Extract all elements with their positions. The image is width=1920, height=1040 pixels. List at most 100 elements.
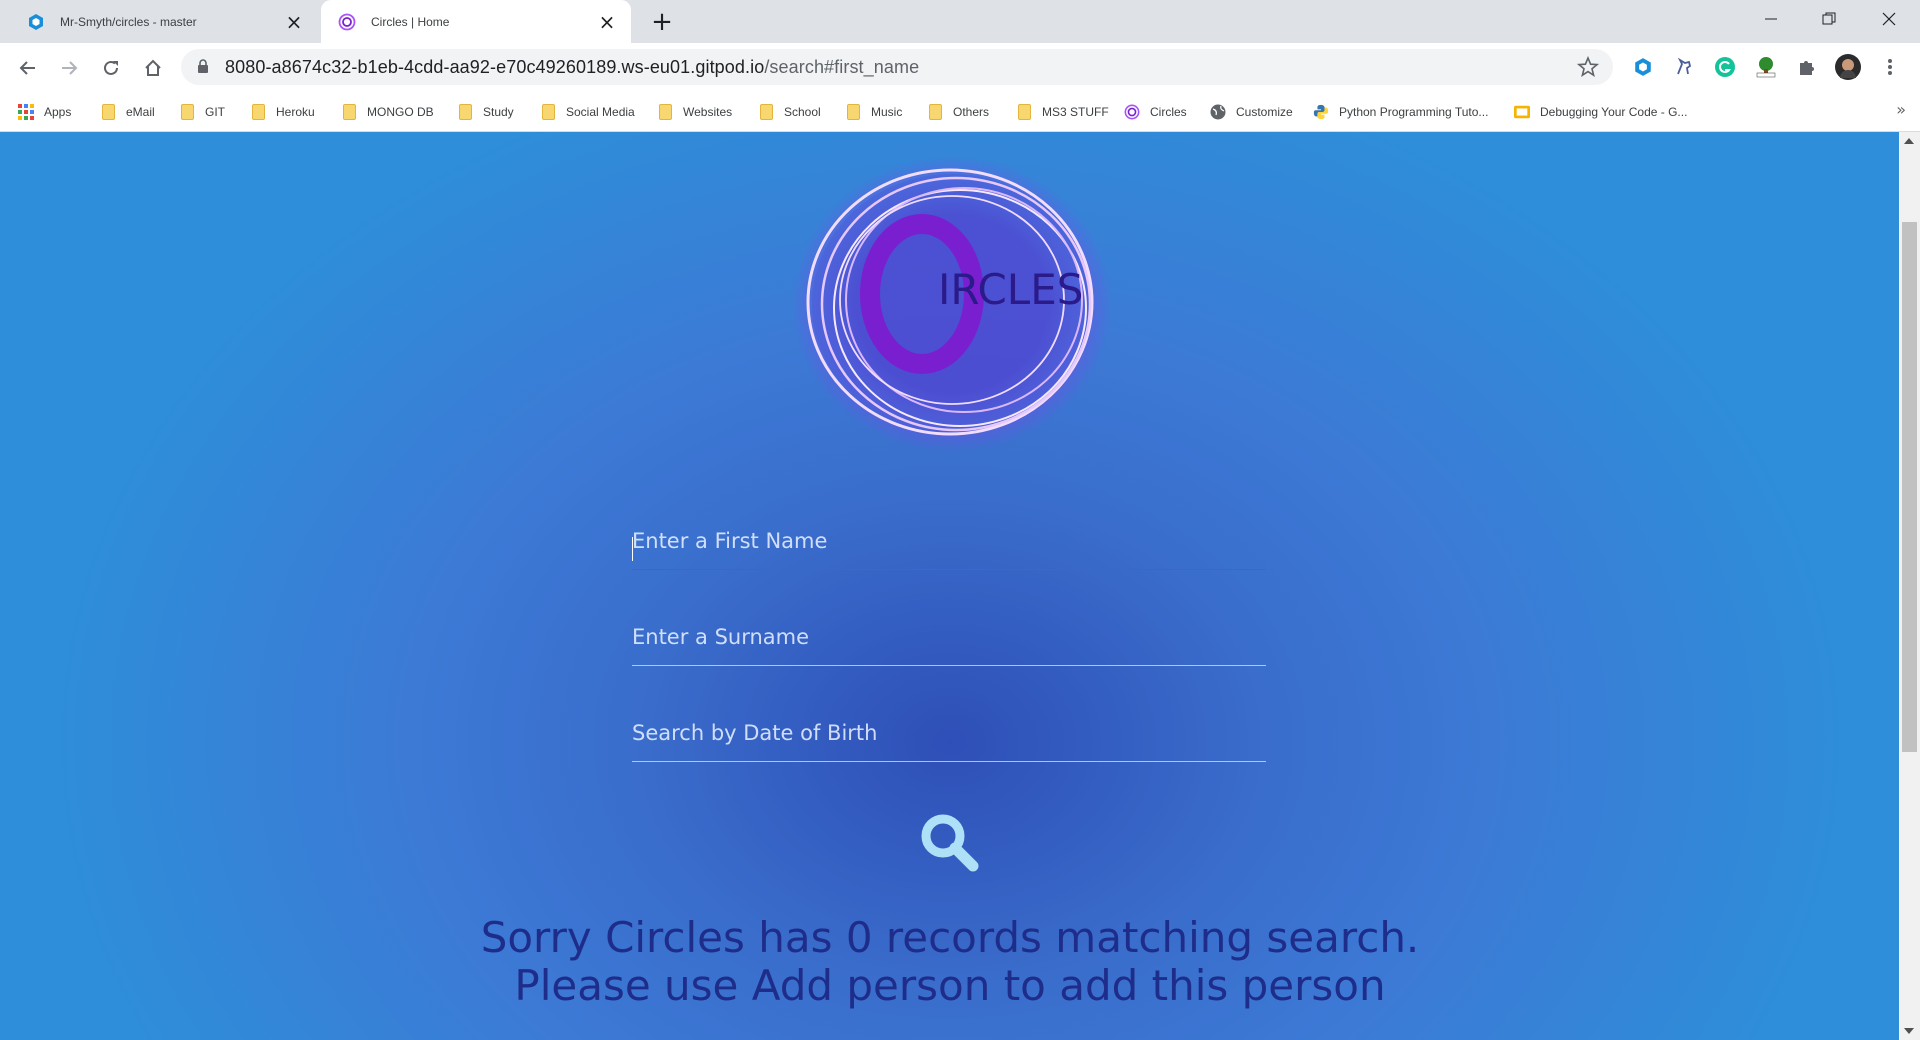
gitpod-extension-icon[interactable] — [1630, 54, 1656, 80]
page-content: IRCLES Sorry Circles has 0 records match… — [0, 132, 1899, 1040]
scrollbar-thumb[interactable] — [1902, 222, 1917, 752]
bookmark-label: Circles — [1150, 105, 1187, 119]
bookmark-label: Customize — [1236, 105, 1293, 119]
circles-favicon-icon — [1124, 104, 1140, 120]
forward-arrow-icon[interactable] — [52, 51, 86, 85]
tab-title: Circles | Home — [371, 14, 450, 29]
circles-favicon-icon — [337, 12, 357, 32]
surname-field[interactable] — [632, 608, 1266, 666]
new-tab-plus-icon[interactable]: + — [648, 7, 676, 37]
search-icon — [918, 811, 980, 877]
bookmark-folder-git[interactable]: GIT — [179, 100, 225, 124]
gitpod-icon — [26, 12, 46, 32]
page-scrollbar[interactable] — [1899, 132, 1920, 1040]
lock-icon[interactable] — [197, 59, 209, 78]
bookmark-label: MONGO DB — [367, 105, 434, 119]
bookmark-folder-music[interactable]: Music — [845, 100, 902, 124]
bookmark-circles[interactable]: Circles — [1124, 100, 1187, 124]
bookmark-folder-study[interactable]: Study — [457, 100, 514, 124]
bookmark-folder-mongodb[interactable]: MONGO DB — [341, 100, 434, 124]
tab-close-icon[interactable]: × — [595, 10, 619, 34]
url-host: 8080-a8674c32-b1eb-4cdd-aa92-e70c4926018… — [225, 57, 765, 77]
bookmark-folder-others[interactable]: Others — [927, 100, 989, 124]
circles-logo[interactable]: IRCLES — [790, 154, 1112, 454]
message-line-2: Please use Add person to add this person — [514, 961, 1386, 1010]
bookmark-label: Python Programming Tuto... — [1339, 105, 1489, 119]
first-name-field[interactable] — [632, 512, 1266, 570]
folder-icon — [341, 104, 357, 120]
restore-icon[interactable] — [1800, 0, 1858, 38]
folder-icon — [457, 104, 473, 120]
bookmark-label: Social Media — [566, 105, 635, 119]
tab-gitpod-repo[interactable]: Mr-Smyth/circles - master × — [10, 0, 318, 43]
reload-icon[interactable] — [94, 51, 128, 85]
html-tree-extension-icon[interactable] — [1753, 54, 1779, 80]
folder-icon — [250, 104, 266, 120]
minimize-icon[interactable] — [1742, 0, 1800, 38]
folder-icon — [1016, 104, 1032, 120]
search-button[interactable] — [917, 812, 981, 876]
bookmark-label: Websites — [683, 105, 733, 119]
bookmark-label: Study — [483, 105, 514, 119]
bookmark-label: Heroku — [276, 105, 315, 119]
folder-icon — [927, 104, 943, 120]
bookmark-label: School — [784, 105, 821, 119]
unicorn-extension-icon[interactable] — [1671, 54, 1697, 80]
tab-circles-home[interactable]: Circles | Home × — [321, 0, 631, 43]
scroll-down-arrow-icon[interactable] — [1904, 1028, 1914, 1034]
more-bookmarks-chevron-icon[interactable]: » — [1896, 100, 1906, 119]
folder-icon — [100, 104, 116, 120]
first-name-input[interactable] — [632, 512, 1266, 570]
text-caret — [632, 537, 633, 561]
python-icon — [1313, 104, 1329, 120]
bookmark-label: GIT — [205, 105, 225, 119]
bookmark-python-tutorial[interactable]: Python Programming Tuto... — [1313, 100, 1488, 124]
surname-input[interactable] — [632, 608, 1266, 666]
browser-menu-icon[interactable] — [1877, 54, 1903, 80]
profile-avatar[interactable] — [1835, 54, 1861, 80]
address-bar[interactable]: 8080-a8674c32-b1eb-4cdd-aa92-e70c4926018… — [181, 49, 1613, 85]
folder-icon — [540, 104, 556, 120]
folder-icon — [657, 104, 673, 120]
bookmarks-bar: Apps eMail GIT Heroku MONGO DB Study Soc… — [0, 92, 1920, 132]
bookmark-label: Music — [871, 105, 903, 119]
home-icon[interactable] — [136, 51, 170, 85]
bookmark-apps[interactable]: Apps — [18, 100, 71, 124]
bookmark-label: Debugging Your Code - G... — [1540, 105, 1688, 119]
back-arrow-icon[interactable] — [11, 51, 45, 85]
url-path: /search#first_name — [764, 57, 920, 77]
grammarly-icon[interactable] — [1712, 54, 1738, 80]
bookmark-folder-websites[interactable]: Websites — [657, 100, 732, 124]
close-window-icon[interactable] — [1860, 0, 1918, 38]
dob-field[interactable] — [632, 704, 1266, 762]
bookmark-folder-ms3-stuff[interactable]: MS3 STUFF — [1016, 100, 1109, 124]
bookmark-folder-heroku[interactable]: Heroku — [250, 100, 315, 124]
bookmark-label: Others — [953, 105, 990, 119]
bookmark-debugging-slides[interactable]: Debugging Your Code - G... — [1514, 100, 1687, 124]
bookmark-star-icon[interactable] — [1576, 55, 1600, 82]
tab-title: Mr-Smyth/circles - master — [60, 14, 197, 29]
bookmark-folder-school[interactable]: School — [758, 100, 821, 124]
message-line-1: Sorry Circles has 0 records matching sea… — [480, 913, 1420, 962]
globe-icon — [1210, 104, 1226, 120]
bookmark-folder-email[interactable]: eMail — [100, 100, 155, 124]
apps-grid-icon — [18, 104, 34, 120]
bookmark-folder-social-media[interactable]: Social Media — [540, 100, 635, 124]
dob-input[interactable] — [632, 704, 1266, 762]
extensions-puzzle-icon[interactable] — [1794, 54, 1820, 80]
bookmark-label: Apps — [44, 105, 72, 119]
bookmark-label: eMail — [126, 105, 155, 119]
tab-close-icon[interactable]: × — [282, 10, 306, 34]
folder-icon — [179, 104, 195, 120]
url-text[interactable]: 8080-a8674c32-b1eb-4cdd-aa92-e70c4926018… — [225, 57, 919, 78]
scroll-up-arrow-icon[interactable] — [1904, 138, 1914, 144]
browser-toolbar: 8080-a8674c32-b1eb-4cdd-aa92-e70c4926018… — [0, 43, 1920, 92]
folder-icon — [845, 104, 861, 120]
bookmark-label: MS3 STUFF — [1042, 105, 1109, 119]
slides-icon — [1514, 104, 1530, 120]
no-results-message: Sorry Circles has 0 records matching sea… — [380, 914, 1520, 1010]
tab-strip: Mr-Smyth/circles - master × Circles | Ho… — [0, 0, 1920, 43]
bookmark-customize[interactable]: Customize — [1210, 100, 1293, 124]
logo-text: IRCLES — [938, 265, 1083, 314]
folder-icon — [758, 104, 774, 120]
